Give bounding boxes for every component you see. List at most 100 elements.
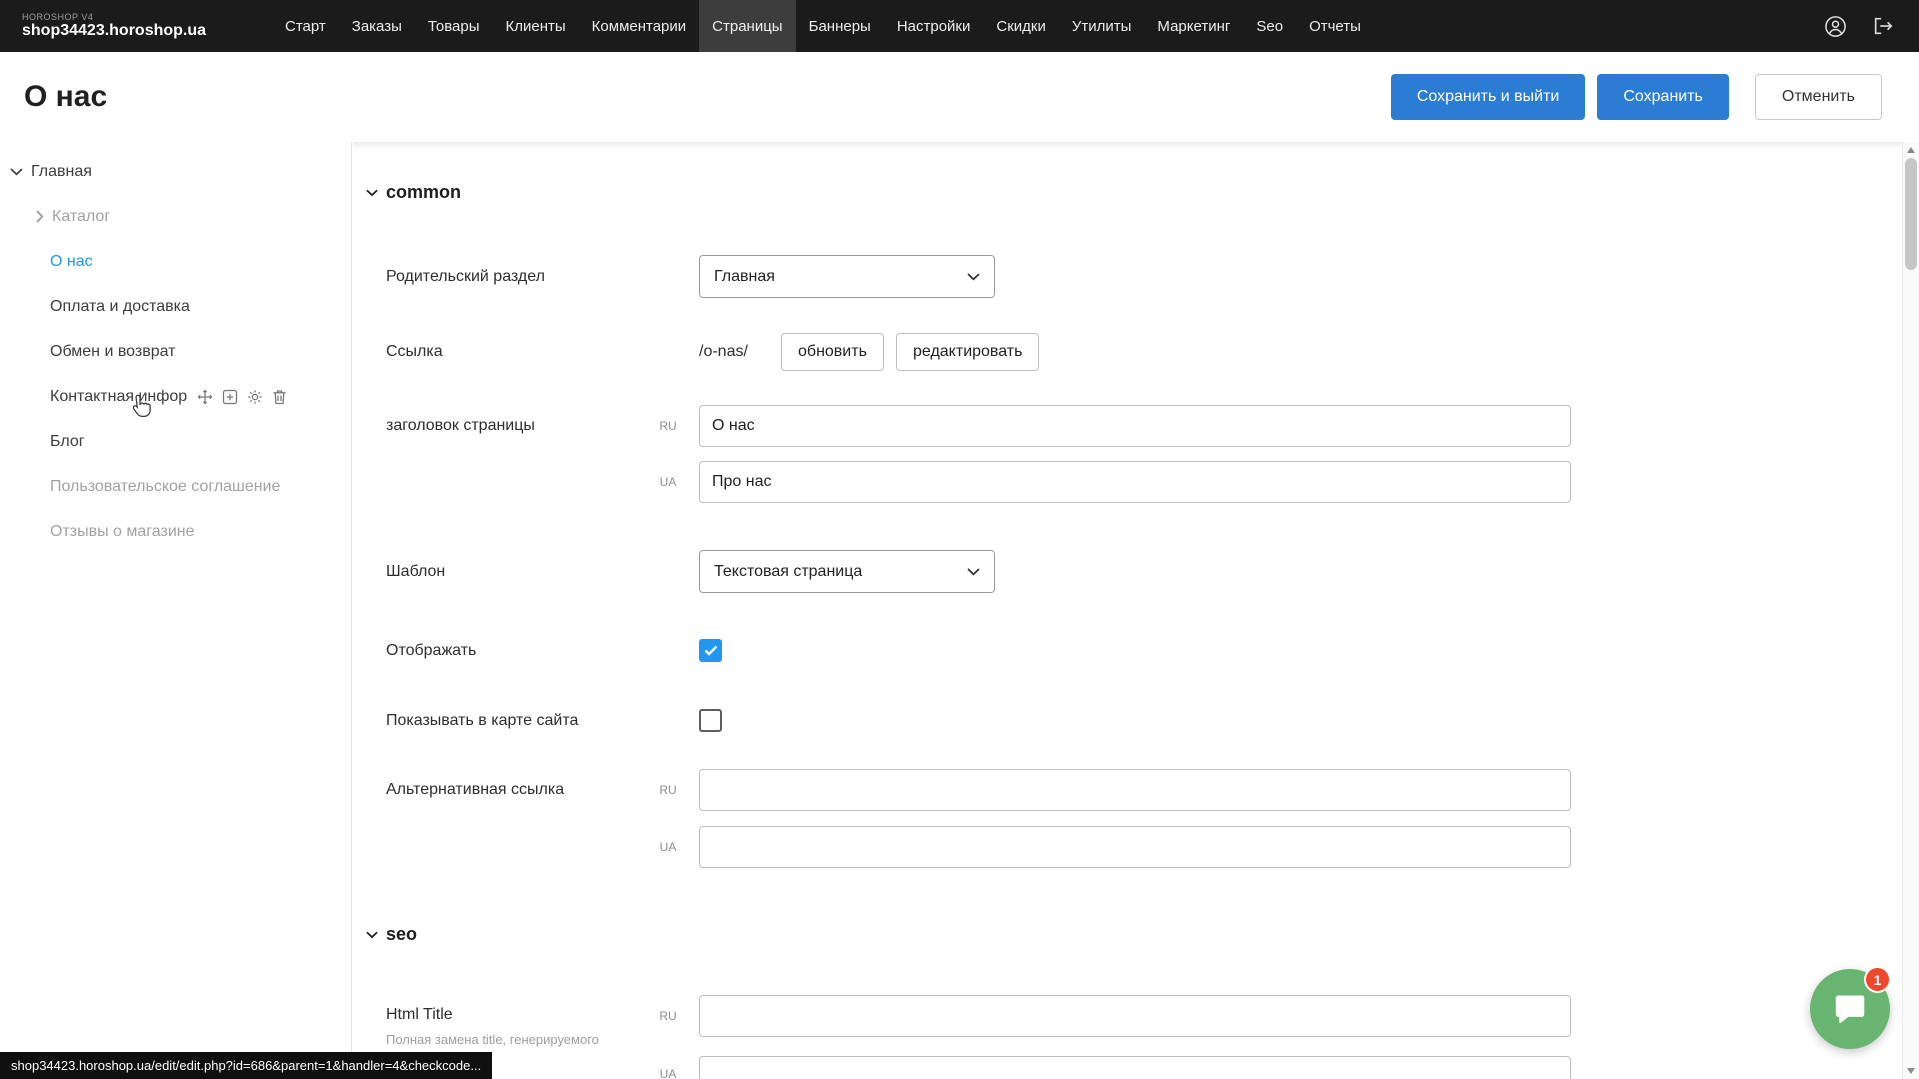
save-button[interactable]: Сохранить	[1597, 74, 1729, 120]
move-icon[interactable]	[197, 389, 213, 405]
link-status-bar: shop34423.horoshop.ua/edit/edit.php?id=6…	[0, 1052, 492, 1079]
alt-link-ua-input[interactable]	[699, 826, 1571, 868]
parent-section-label: Родительский раздел	[386, 268, 545, 286]
section-common-label: common	[386, 182, 461, 203]
sidebar-item-glavnaya[interactable]: Главная	[0, 149, 351, 194]
menu-item-kommentarii[interactable]: Комментарии	[579, 0, 699, 52]
header-buttons: Сохранить и выйти Сохранить Отменить	[1391, 74, 1882, 120]
sidebar-item-blog[interactable]: Блог	[0, 419, 351, 464]
page-title-ru-input[interactable]	[699, 405, 1571, 447]
lang-ua-badge: UA	[649, 475, 687, 489]
alt-link-label: Альтернативная ссылка	[386, 781, 564, 799]
sidebar-item-label: Обмен и возврат	[50, 343, 175, 361]
scrollbar-thumb[interactable]	[1905, 158, 1917, 270]
template-value: Текстовая страница	[714, 563, 862, 581]
page-header: О нас Сохранить и выйти Сохранить Отмени…	[0, 52, 1919, 142]
menu-item-start[interactable]: Старт	[272, 0, 339, 52]
check-icon	[704, 645, 718, 656]
chat-icon	[1831, 990, 1869, 1028]
logo-version-label: HOROSHOP V4	[22, 12, 272, 22]
menu-item-utility[interactable]: Утилиты	[1059, 0, 1145, 52]
logo[interactable]: HOROSHOP V4 shop34423.horoshop.ua	[0, 0, 272, 52]
top-navigation-bar: HOROSHOP V4 shop34423.horoshop.ua Старт …	[0, 0, 1919, 52]
page-title-field-label: заголовок страницы	[386, 417, 535, 435]
pages-tree: Главная Каталог О нас Оплата и доставка …	[0, 149, 351, 554]
chevron-right-icon[interactable]	[36, 210, 44, 223]
menu-item-stranitsy[interactable]: Страницы	[699, 0, 795, 52]
lang-ru-badge: RU	[649, 783, 687, 797]
page-title: О нас	[24, 80, 107, 114]
parent-section-select[interactable]: Главная	[699, 255, 995, 298]
template-label: Шаблон	[386, 563, 445, 581]
chevron-down-icon	[967, 268, 980, 286]
sidebar-item-o-nas[interactable]: О нас	[0, 239, 351, 284]
pages-tree-sidebar: Главная Каталог О нас Оплата и доставка …	[0, 142, 352, 1079]
section-common[interactable]: common	[366, 182, 461, 203]
sitemap-checkbox[interactable]	[699, 709, 722, 732]
display-checkbox[interactable]	[699, 639, 722, 662]
link-edit-button[interactable]: редактировать	[896, 333, 1039, 371]
sidebar-item-label: Блог	[50, 433, 85, 451]
scroll-up-arrow[interactable]	[1907, 147, 1915, 153]
scroll-down-arrow[interactable]	[1907, 1068, 1915, 1074]
shop-domain-label: shop34423.horoshop.ua	[22, 22, 272, 40]
sidebar-item-polzovatelskoe-soglashenie[interactable]: Пользовательское соглашение	[0, 464, 351, 509]
logout-icon[interactable]	[1871, 14, 1895, 38]
page-edit-form: common Родительский раздел Главная Ссылк…	[353, 142, 1902, 1079]
sidebar-item-label: Контактная инфор	[50, 388, 187, 406]
main-menu: Старт Заказы Товары Клиенты Комментарии …	[272, 0, 1374, 52]
user-account-icon[interactable]	[1823, 14, 1847, 38]
sidebar-item-kontaktnaya-infor[interactable]: Контактная инфор	[0, 374, 351, 419]
sidebar-item-label: Главная	[31, 163, 92, 181]
html-title-label: Html Title	[386, 1006, 453, 1024]
section-seo[interactable]: seo	[366, 924, 417, 945]
lang-ru-badge: RU	[649, 419, 687, 433]
html-title-ua-input[interactable]	[699, 1056, 1571, 1079]
chevron-down-icon	[967, 563, 980, 581]
add-page-icon[interactable]	[222, 389, 238, 405]
save-and-exit-button[interactable]: Сохранить и выйти	[1391, 74, 1586, 120]
html-title-ru-input[interactable]	[699, 995, 1571, 1037]
sidebar-item-label: Каталог	[52, 208, 110, 226]
menu-item-nastroyki[interactable]: Настройки	[884, 0, 984, 52]
sidebar-item-label: Пользовательское соглашение	[50, 478, 280, 496]
menu-item-skidki[interactable]: Скидки	[983, 0, 1058, 52]
link-refresh-button[interactable]: обновить	[781, 333, 884, 371]
sidebar-item-katalog[interactable]: Каталог	[0, 194, 351, 239]
html-title-hint: Полная замена title, генерируемого	[386, 1032, 599, 1047]
menu-item-marketing[interactable]: Маркетинг	[1144, 0, 1243, 52]
chevron-down-icon[interactable]	[10, 168, 23, 176]
menu-item-otchety[interactable]: Отчеты	[1296, 0, 1374, 52]
link-path-value: /o-nas/	[699, 343, 748, 361]
parent-section-value: Главная	[714, 268, 775, 286]
tree-item-actions	[197, 389, 287, 405]
menu-item-seo[interactable]: Seo	[1243, 0, 1296, 52]
alt-link-ru-input[interactable]	[699, 769, 1571, 811]
sidebar-item-obmen-i-vozvrat[interactable]: Обмен и возврат	[0, 329, 351, 374]
page-title-ua-input[interactable]	[699, 461, 1571, 503]
sidebar-item-label: Оплата и доставка	[50, 298, 190, 316]
sidebar-item-label: О нас	[50, 253, 93, 271]
menu-item-bannery[interactable]: Баннеры	[796, 0, 884, 52]
template-select[interactable]: Текстовая страница	[699, 550, 995, 593]
chat-widget-button[interactable]: 1	[1810, 969, 1890, 1049]
chevron-down-icon	[366, 931, 378, 939]
sidebar-item-label: Отзывы о магазине	[50, 523, 195, 541]
cancel-button[interactable]: Отменить	[1755, 74, 1882, 120]
display-label: Отображать	[386, 642, 476, 660]
trash-icon[interactable]	[272, 389, 287, 405]
vertical-scrollbar	[1902, 142, 1919, 1079]
menu-item-klienty[interactable]: Клиенты	[493, 0, 579, 52]
gear-icon[interactable]	[247, 389, 263, 405]
chat-unread-badge: 1	[1864, 966, 1891, 993]
section-seo-label: seo	[386, 924, 417, 945]
lang-ua-badge: UA	[649, 1067, 687, 1079]
sidebar-item-oplata-i-dostavka[interactable]: Оплата и доставка	[0, 284, 351, 329]
link-label: Ссылка	[386, 343, 443, 361]
menu-item-zakazy[interactable]: Заказы	[339, 0, 415, 52]
topbar-right-actions	[1823, 0, 1919, 52]
scroll-shadow	[353, 142, 1902, 149]
menu-item-tovary[interactable]: Товары	[415, 0, 493, 52]
chevron-down-icon	[366, 189, 378, 197]
sidebar-item-otzyvy-o-magazine[interactable]: Отзывы о магазине	[0, 509, 351, 554]
